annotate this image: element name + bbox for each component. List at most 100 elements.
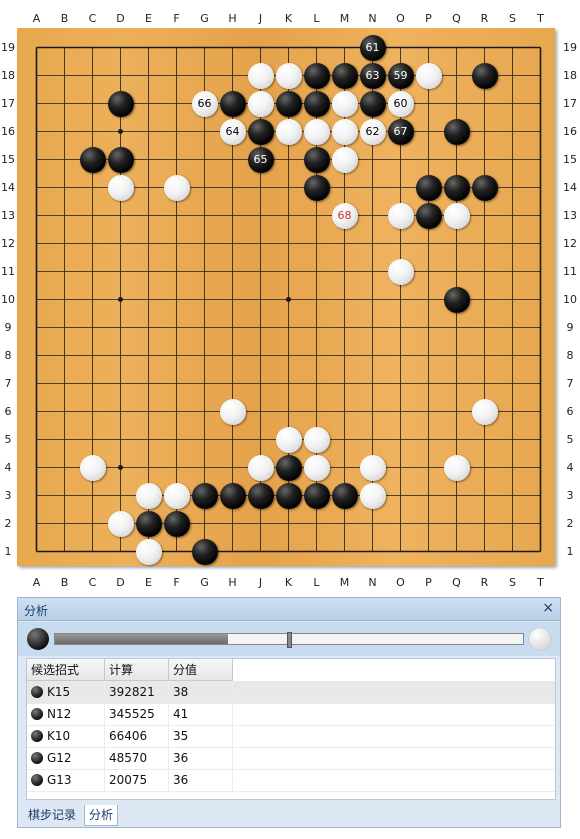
black-stone (275, 454, 302, 481)
row-label: 5 (566, 432, 574, 446)
row-label: 4 (566, 460, 574, 474)
black-stone (443, 174, 470, 201)
column-label: A (32, 576, 41, 589)
star-point (118, 129, 123, 134)
column-label: D (116, 12, 125, 25)
column-label: K (284, 576, 293, 589)
row-label: 10 (1, 292, 15, 306)
black-stone (359, 90, 386, 117)
white-stone (135, 538, 162, 565)
header-playouts[interactable]: 计算 (105, 659, 169, 681)
column-label: H (228, 576, 237, 589)
black-stone (247, 482, 274, 509)
row-label: 8 (566, 348, 574, 362)
go-board[interactable]: 61 63 59 66 60 64 62 67 65 68 (17, 28, 555, 566)
black-stone (219, 90, 246, 117)
row-label: 7 (4, 376, 12, 390)
row-label: 3 (566, 488, 574, 502)
black-stone (275, 482, 302, 509)
slider-thumb[interactable] (287, 632, 292, 648)
column-label: M (339, 576, 350, 589)
star-point (118, 465, 123, 470)
win-rate-slider-row (18, 622, 560, 656)
column-label: P (425, 12, 432, 25)
row-label: 5 (4, 432, 12, 446)
table-row[interactable]: K10 66406 35 (27, 725, 555, 748)
black-stone: 65 (247, 146, 274, 173)
column-label: O (396, 12, 405, 25)
win-rate-bar[interactable] (54, 632, 524, 648)
close-icon[interactable]: × (542, 600, 554, 616)
row-label: 6 (566, 404, 574, 418)
move-cell: G13 (27, 769, 105, 791)
tab-analysis[interactable]: 分析 (84, 805, 119, 826)
column-label: H (228, 12, 237, 25)
row-label: 19 (1, 40, 15, 54)
row-label: 4 (4, 460, 12, 474)
black-stone-icon (31, 685, 43, 698)
white-stone: 64 (219, 118, 246, 145)
column-label: C (88, 576, 97, 589)
table-row[interactable]: N12 345525 41 (27, 703, 555, 726)
row-label: 14 (1, 180, 15, 194)
header-score[interactable]: 分值 (169, 659, 233, 681)
row-label: 12 (563, 236, 577, 250)
table-row[interactable]: G13 20075 36 (27, 769, 555, 792)
black-stone (275, 90, 302, 117)
black-stone (191, 538, 218, 565)
score-cell: 36 (169, 769, 233, 791)
row-label: 13 (1, 208, 15, 222)
black-stone (219, 482, 246, 509)
black-stone (303, 90, 330, 117)
playouts-cell: 392821 (105, 681, 169, 703)
column-label: E (145, 12, 152, 25)
white-stone (79, 454, 106, 481)
black-stone (247, 118, 274, 145)
column-label: D (116, 576, 125, 589)
header-candidate-move[interactable]: 候选招式 (27, 659, 105, 681)
table-row[interactable]: K15 392821 38 (27, 681, 555, 704)
black-stone: 59 (387, 62, 414, 89)
black-stone (163, 510, 190, 537)
white-stone (331, 118, 358, 145)
black-stone (415, 202, 442, 229)
black-stone (191, 482, 218, 509)
analysis-panel: 分析 × 候选招式 计算 分值 K15 392821 38 N12 345525 41 K1… (17, 597, 561, 828)
score-cell: 36 (169, 747, 233, 769)
white-stone: 60 (387, 90, 414, 117)
white-stone (107, 510, 134, 537)
row-label: 15 (1, 152, 15, 166)
panel-title-bar: 分析 × (18, 598, 560, 621)
row-label: 18 (1, 68, 15, 82)
row-label: 19 (563, 40, 577, 54)
column-label: G (200, 576, 209, 589)
column-label: M (339, 12, 350, 25)
white-stone (471, 398, 498, 425)
table-row[interactable]: G12 48570 36 (27, 747, 555, 770)
column-label: T (537, 12, 544, 25)
move-label: K15 (47, 685, 71, 699)
row-label: 9 (4, 320, 12, 334)
move-label: G13 (47, 773, 72, 787)
column-label: L (313, 576, 320, 589)
move-label: G12 (47, 751, 72, 765)
row-label: 18 (563, 68, 577, 82)
black-stone (443, 118, 470, 145)
white-stone (275, 62, 302, 89)
playouts-cell: 48570 (105, 747, 169, 769)
row-label: 11 (1, 264, 15, 278)
white-stone (303, 426, 330, 453)
column-label: N (368, 12, 377, 25)
move-label: N12 (47, 707, 72, 721)
white-stone (275, 118, 302, 145)
white-stone (163, 482, 190, 509)
tab-move-history[interactable]: 棋步记录 (24, 805, 80, 825)
row-label: 17 (1, 96, 15, 110)
black-stone (303, 62, 330, 89)
white-stone (415, 62, 442, 89)
black-stone (107, 146, 134, 173)
white-stone (331, 90, 358, 117)
white-stone (387, 202, 414, 229)
column-label: T (537, 576, 544, 589)
column-label: J (258, 12, 263, 25)
